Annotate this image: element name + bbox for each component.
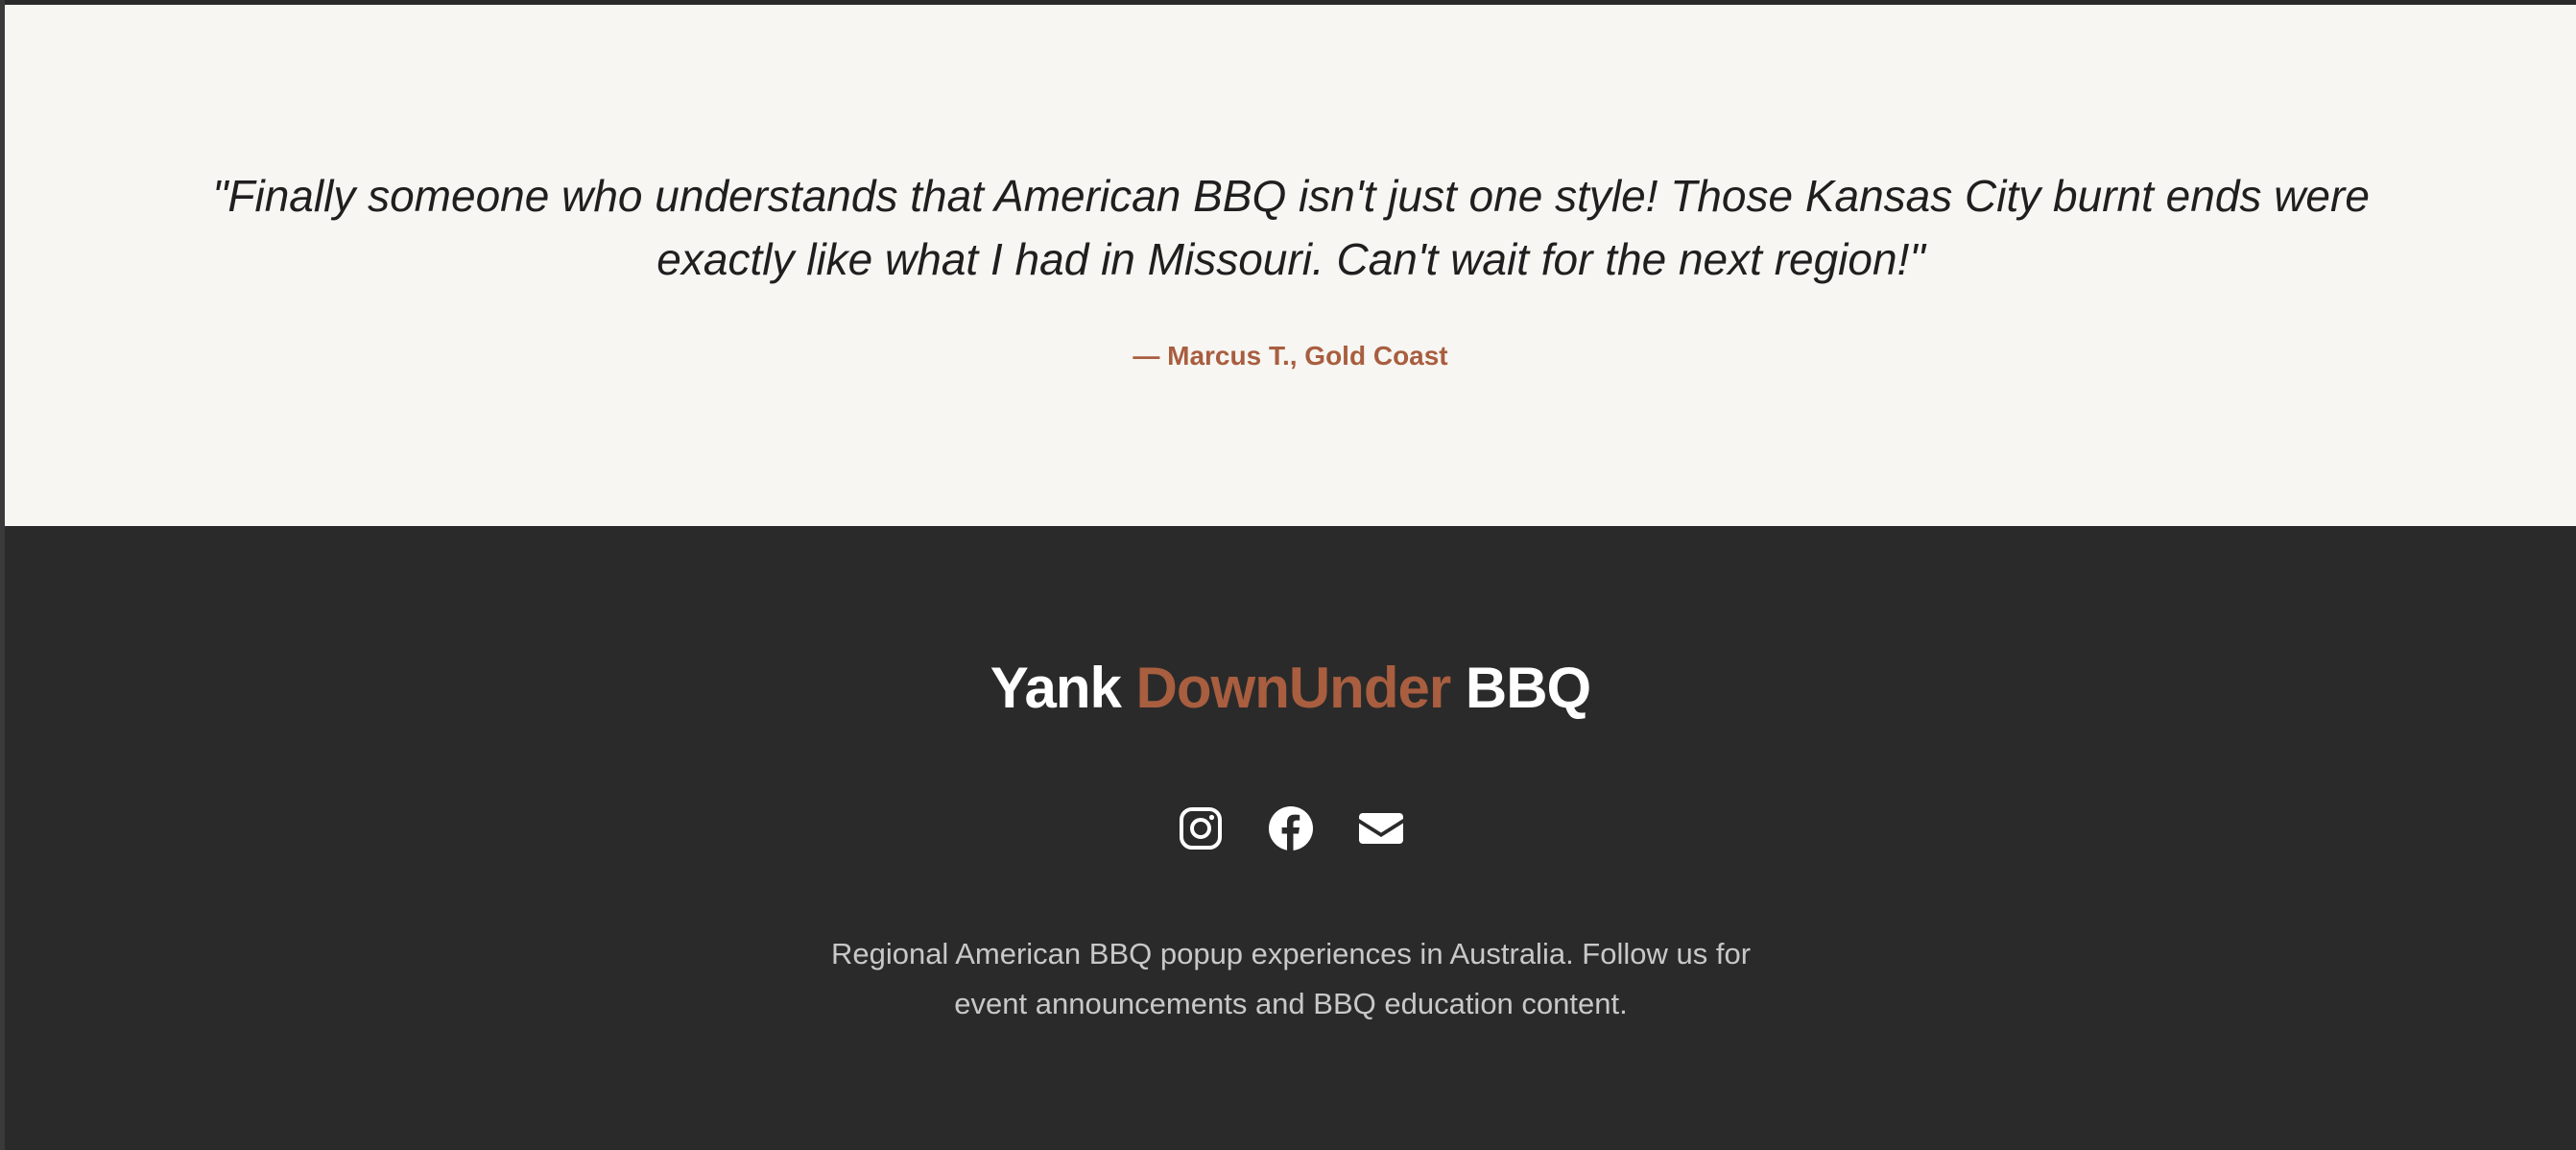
page: "Finally someone who understands that Am… [0,0,2576,1150]
testimonial-author: — Marcus T., Gold Coast [1133,341,1448,371]
instagram-link[interactable] [1177,804,1225,852]
facebook-icon [1268,806,1313,851]
brand-part-bbq: BBQ [1465,656,1591,720]
testimonial-quote: "Finally someone who understands that Am… [212,171,2370,284]
site-footer: Yank DownUnder BBQ Regional American BBQ… [5,526,2576,1150]
envelope-icon [1358,813,1403,844]
facebook-link[interactable] [1267,804,1315,852]
instagram-icon [1179,807,1222,850]
brand-part-yank: Yank [990,656,1122,720]
email-link[interactable] [1357,804,1405,852]
brand-part-downunder: DownUnder [1135,656,1452,720]
testimonial-section: "Finally someone who understands that Am… [5,5,2576,526]
footer-brand: Yank DownUnder BBQ [5,655,2576,721]
social-links [5,804,2576,852]
footer-description: Regional American BBQ popup experiences … [830,937,1752,1020]
